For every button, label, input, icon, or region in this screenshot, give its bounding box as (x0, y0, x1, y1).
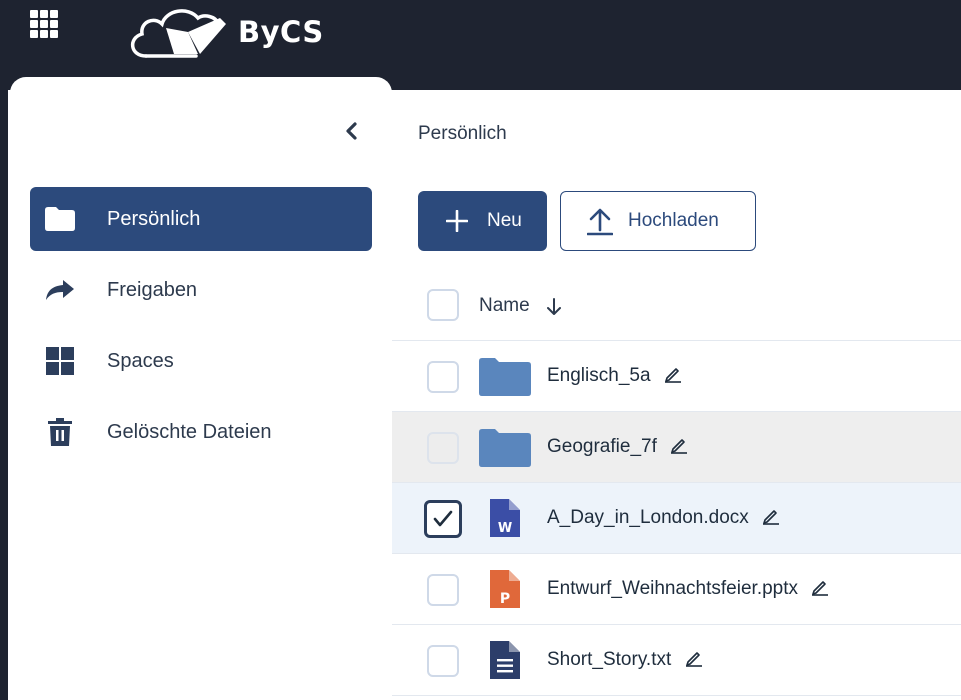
frame-edge (0, 0, 8, 700)
row-checkbox[interactable] (427, 432, 459, 464)
spaces-grid-icon (44, 347, 76, 375)
rename-pencil-icon[interactable] (811, 578, 829, 597)
sidebar-item-label: Freigaben (107, 278, 198, 301)
svg-text:W: W (498, 521, 512, 536)
row-checkbox[interactable] (427, 574, 459, 606)
folder-icon (479, 429, 531, 467)
logo[interactable]: ByCS (126, 0, 324, 64)
collapse-sidebar-button[interactable] (340, 119, 362, 143)
chevron-left-icon (346, 122, 357, 140)
sidebar-item-persoenlich[interactable]: Persönlich (30, 187, 372, 251)
file-name[interactable]: Entwurf_Weihnachtsfeier.pptx (547, 578, 829, 600)
sidebar-item-spaces[interactable]: Spaces (30, 329, 372, 393)
main-content: Persönlich Neu Hochladen Name Englisch_5… (392, 90, 961, 700)
table-row[interactable]: Englisch_5a (392, 341, 961, 412)
text-document-icon (490, 641, 520, 679)
sidebar-item-label: Persönlich (107, 207, 201, 230)
upload-icon (587, 208, 613, 236)
sidebar-item-geloeschte-dateien[interactable]: Gelöschte Dateien (30, 400, 372, 464)
upload-button-label: Hochladen (628, 210, 719, 231)
checkmark-icon (433, 510, 453, 527)
svg-text:P: P (500, 591, 510, 607)
sidebar-item-label: Spaces (107, 349, 174, 372)
rename-pencil-icon[interactable] (762, 507, 780, 526)
new-button[interactable]: Neu (418, 191, 547, 251)
row-checkbox[interactable] (427, 645, 459, 677)
rename-pencil-icon[interactable] (664, 365, 682, 384)
column-header-name[interactable]: Name (479, 295, 530, 317)
file-name[interactable]: A_Day_in_London.docx (547, 507, 780, 529)
sidebar: Persönlich Freigaben Spaces Gelöschte Da… (10, 77, 392, 700)
rename-pencil-icon[interactable] (685, 649, 703, 668)
folder-icon (479, 358, 531, 396)
file-name[interactable]: Short_Story.txt (547, 649, 703, 671)
word-document-icon: W (490, 499, 520, 537)
app-grid-icon[interactable] (30, 10, 58, 38)
cloud-folder-icon (131, 9, 226, 58)
table-row[interactable]: P Entwurf_Weihnachtsfeier.pptx (392, 554, 961, 625)
sort-arrow-down-icon[interactable] (547, 298, 561, 316)
row-checkbox[interactable] (427, 361, 459, 393)
new-button-label: Neu (487, 210, 522, 231)
sidebar-item-freigaben[interactable]: Freigaben (30, 258, 372, 322)
file-name[interactable]: Englisch_5a (547, 365, 682, 387)
brand-name: ByCS (238, 15, 324, 49)
table-header: Name (392, 275, 961, 341)
share-arrow-icon (44, 277, 76, 303)
folder-icon (44, 206, 76, 232)
upload-button[interactable]: Hochladen (560, 191, 756, 251)
file-name[interactable]: Geografie_7f (547, 436, 688, 458)
table-row[interactable]: Geografie_7f (392, 412, 961, 483)
table-row[interactable]: W A_Day_in_London.docx (392, 483, 961, 554)
select-all-checkbox[interactable] (427, 289, 459, 321)
plus-icon (446, 210, 468, 232)
trash-icon (44, 418, 76, 446)
powerpoint-document-icon: P (490, 570, 520, 608)
breadcrumb[interactable]: Persönlich (418, 123, 507, 145)
row-checkbox-checked[interactable] (424, 500, 462, 538)
sidebar-item-label: Gelöschte Dateien (107, 420, 272, 443)
table-row[interactable]: Short_Story.txt (392, 625, 961, 696)
rename-pencil-icon[interactable] (670, 436, 688, 455)
